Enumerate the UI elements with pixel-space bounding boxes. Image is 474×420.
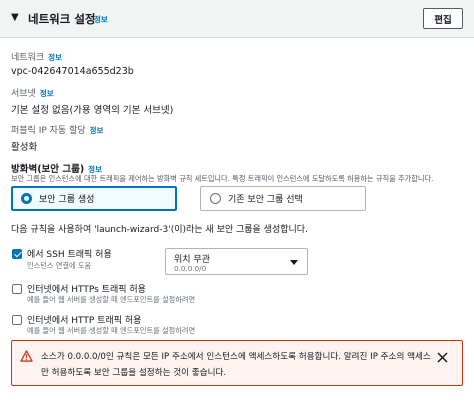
warning-alert: 소스가 0.0.0.0/0인 규칙은 모든 IP 주소에서 인스턴스에 액세스하… <box>11 340 463 386</box>
firewall-description: 보안 그룹은 인스턴스에 대한 트래픽을 제어하는 방화벽 규칙 세트입니다. … <box>11 174 434 183</box>
public-ip-label: 퍼블릭 IP 자동 할당 정보 <box>11 126 104 136</box>
allow-ssh-checkbox[interactable] <box>12 249 22 259</box>
select-existing-security-group-label: 기존 보안 그룹 선택 <box>228 195 303 205</box>
allow-https-sub: 예를 들어 웹 서버를 생성할 때 엔드포인트를 설정하려면 <box>27 295 196 304</box>
radio-selected-icon[interactable] <box>21 193 32 204</box>
create-security-group-option[interactable]: 보안 그룹 생성 <box>11 186 177 211</box>
network-info-link[interactable]: 정보 <box>48 53 62 62</box>
warning-alert-text: 소스가 0.0.0.0/0인 규칙은 모든 IP 주소에서 인스턴스에 액세스하… <box>41 352 431 378</box>
allow-http-sub: 예를 들어 웹 서버를 생성할 때 엔드포인트를 설정하려면 <box>27 326 196 335</box>
create-security-group-label: 보안 그룹 생성 <box>39 195 95 205</box>
firewall-info-link[interactable]: 정보 <box>88 165 102 174</box>
allow-https-checkbox[interactable] <box>12 284 22 294</box>
radio-unselected-icon[interactable] <box>210 193 221 204</box>
dropdown-caret-icon[interactable] <box>290 260 298 265</box>
section-title: 네트워크 설정 <box>28 12 96 26</box>
network-value: vpc-042647014a655d23b <box>11 66 134 77</box>
allow-ssh-sub: 인스턴스 연결에 도움 <box>27 261 92 270</box>
subnet-label: 서브넷 정보 <box>11 89 54 99</box>
section-info-link[interactable]: 정보 <box>94 14 108 25</box>
select-existing-security-group-option[interactable]: 기존 보안 그룹 선택 <box>200 186 366 211</box>
close-icon[interactable] <box>437 352 448 363</box>
ssh-source-cidr: 0.0.0.0/0 <box>174 264 207 273</box>
collapse-caret-icon[interactable]: ▼ <box>11 12 19 23</box>
allow-http-checkbox[interactable] <box>12 315 22 325</box>
warning-icon <box>20 350 33 362</box>
allow-https-label: 인터넷에서 HTTPs 트래픽 허용 <box>27 285 146 295</box>
network-label: 네트워크 정보 <box>11 53 62 63</box>
public-ip-info-link[interactable]: 정보 <box>90 126 104 135</box>
allow-http-label: 인터넷에서 HTTP 트래픽 허용 <box>27 316 142 326</box>
allow-ssh-label: 에서 SSH 트래픽 허용 <box>27 250 112 260</box>
public-ip-value: 활성화 <box>11 142 38 153</box>
section-header: ▼ 네트워크 설정 정보 편집 <box>0 0 474 38</box>
subnet-info-link[interactable]: 정보 <box>40 89 54 98</box>
ssh-source-select[interactable]: 위치 무관 0.0.0.0/0 <box>165 248 308 275</box>
subnet-value: 기본 설정 없음(가용 영역의 기본 서브넷) <box>11 105 174 116</box>
edit-button[interactable]: 편집 <box>423 8 463 29</box>
firewall-title: 방화벽(보안 그룹) 정보 <box>11 164 102 175</box>
new-security-group-text: 다음 규칙을 사용하여 'launch-wizard-3'(이)라는 새 보안 … <box>11 225 308 235</box>
